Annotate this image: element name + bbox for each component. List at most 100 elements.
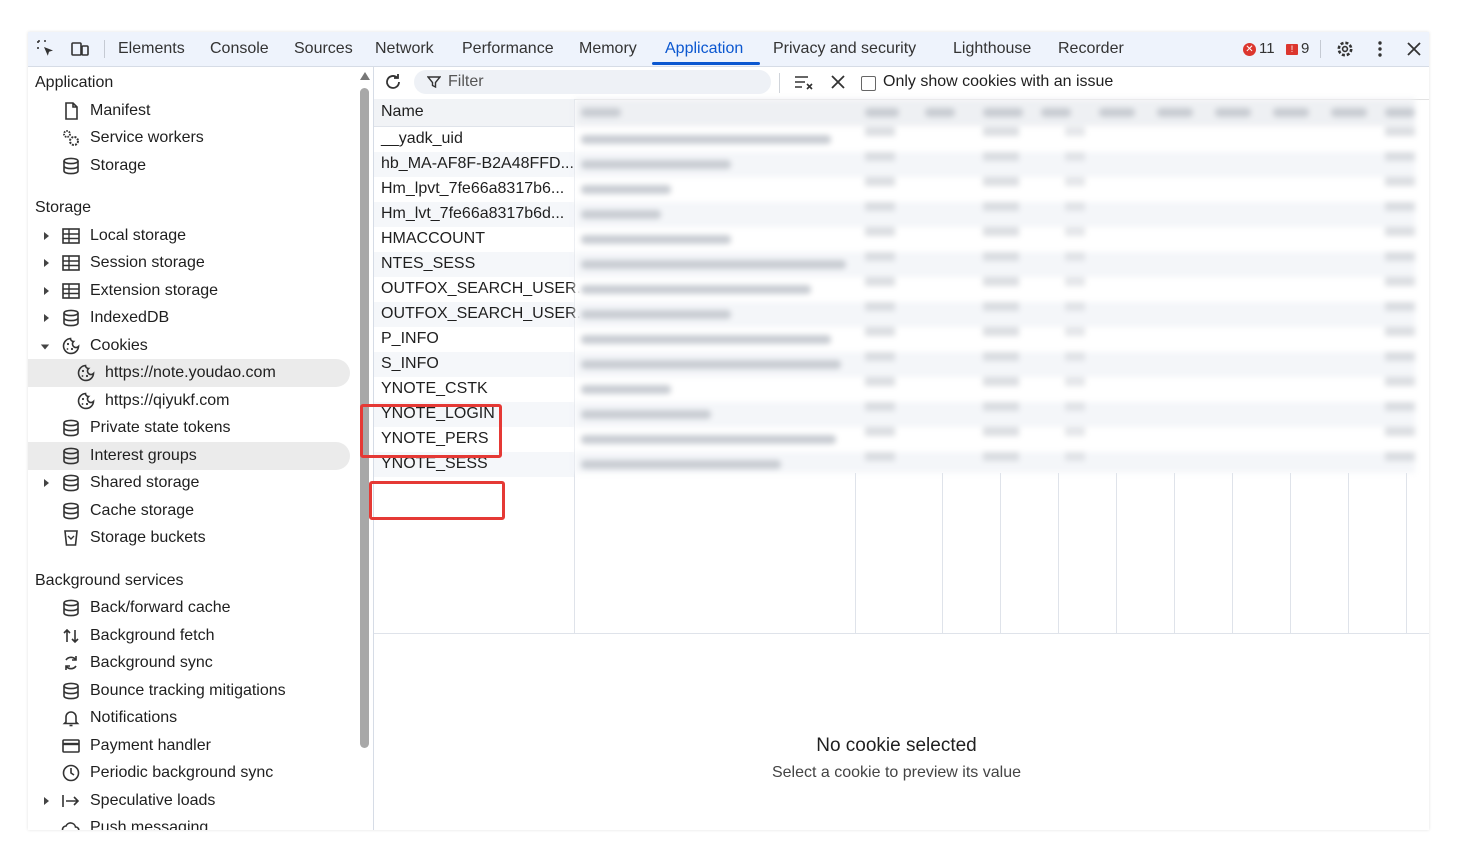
table-row[interactable]: __yadk_uid — [374, 127, 574, 152]
preview-empty-subtitle: Select a cookie to preview its value — [771, 764, 1021, 781]
clock-icon — [62, 764, 80, 782]
tab-network[interactable]: Network — [375, 40, 434, 58]
tab-elements[interactable]: Elements — [118, 40, 185, 58]
sidebar-item-background-sync[interactable]: Background sync — [28, 649, 350, 677]
sidebar-item-label: Interest groups — [90, 447, 197, 464]
name-column-header[interactable]: Name — [374, 99, 574, 127]
column-divider — [1232, 473, 1233, 633]
cookie-name: hb_MA-AF8F-B2A48FFD... — [381, 155, 574, 172]
sidebar-item-session-storage[interactable]: Session storage — [28, 249, 350, 277]
chevron-right-icon[interactable] — [41, 257, 51, 269]
up-down-arrows-icon — [63, 628, 79, 644]
column-divider — [1348, 473, 1349, 633]
close-devtools-icon[interactable] — [1404, 39, 1424, 59]
arrow-to-line-icon — [62, 795, 80, 807]
table-row[interactable]: hb_MA-AF8F-B2A48FFD... — [374, 152, 574, 177]
column-divider — [1174, 473, 1175, 633]
table-row[interactable]: YNOTE_CSTK — [374, 377, 574, 402]
cookie-name: S_INFO — [381, 355, 439, 372]
table-row[interactable]: Hm_lpvt_7fe66a8317b6... — [374, 177, 574, 202]
filter-input[interactable]: Filter — [414, 70, 771, 94]
chevron-right-icon[interactable] — [41, 477, 51, 489]
sidebar-item-local-storage[interactable]: Local storage — [28, 222, 350, 250]
clear-filtered-cookies-icon[interactable] — [793, 72, 815, 92]
clear-all-cookies-icon[interactable] — [829, 73, 847, 91]
table-row[interactable]: OUTFOX_SEARCH_USER... — [374, 277, 590, 302]
sidebar-item-cookies[interactable]: Cookies — [28, 332, 350, 360]
database-icon — [63, 599, 79, 617]
chevron-down-icon[interactable] — [40, 341, 50, 353]
sidebar-item-cache-storage[interactable]: Cache storage — [28, 497, 350, 525]
device-toolbar-icon[interactable] — [70, 39, 90, 59]
table-row[interactable]: NTES_SESS — [374, 252, 574, 277]
sidebar-item-private-state-tokens[interactable]: Private state tokens — [28, 414, 350, 442]
tab-lighthouse[interactable]: Lighthouse — [953, 40, 1031, 58]
filter-placeholder: Filter — [448, 73, 484, 90]
toolbar-separator — [1320, 40, 1321, 58]
sidebar-item-storage[interactable]: Storage — [28, 152, 350, 180]
sidebar-item-bounce-tracking-mitigations[interactable]: Bounce tracking mitigations — [28, 677, 350, 705]
table-icon — [62, 228, 80, 244]
sidebar-item-payment-handler[interactable]: Payment handler — [28, 732, 350, 760]
cookie-name: Hm_lpvt_7fe66a8317b6... — [381, 180, 565, 197]
table-icon — [62, 255, 80, 271]
tab-recorder[interactable]: Recorder — [1058, 40, 1124, 58]
tab-performance[interactable]: Performance — [462, 40, 554, 58]
sidebar-item-shared-storage[interactable]: Shared storage — [28, 469, 350, 497]
table-row[interactable]: Hm_lvt_7fe66a8317b6d... — [374, 202, 574, 227]
table-row[interactable]: OUTFOX_SEARCH_USER... — [374, 302, 590, 327]
tab-application[interactable]: Application — [665, 40, 743, 58]
table-row[interactable]: S_INFO — [374, 352, 574, 377]
column-divider — [1116, 473, 1117, 633]
sidebar-item-background-fetch[interactable]: Background fetch — [28, 622, 350, 650]
inspect-element-icon[interactable] — [36, 39, 56, 59]
issue-flag-icon: ! — [1286, 44, 1298, 55]
errors-badge[interactable]: ✕ 11 — [1243, 40, 1275, 57]
refresh-icon[interactable] — [383, 72, 403, 92]
sidebar-item-label: Session storage — [90, 254, 205, 271]
name-column-header-label: Name — [381, 103, 424, 120]
sidebar-item-manifest[interactable]: Manifest — [28, 97, 350, 125]
sidebar-item-service-workers[interactable]: Service workers — [28, 124, 350, 152]
only-issues-checkbox[interactable] — [861, 76, 876, 91]
sidebar-item-storage-buckets[interactable]: Storage buckets — [28, 524, 350, 552]
sidebar-item-periodic-background-sync[interactable]: Periodic background sync — [28, 759, 350, 787]
sidebar-item-label: Back/forward cache — [90, 599, 231, 616]
sidebar-item-indexeddb[interactable]: IndexedDB — [28, 304, 350, 332]
errors-count: 11 — [1259, 40, 1275, 57]
database-icon — [63, 502, 79, 520]
tab-privacy-and-security[interactable]: Privacy and security — [773, 40, 916, 58]
chevron-right-icon[interactable] — [41, 312, 51, 324]
redacted-cookie-values — [575, 99, 1415, 473]
settings-gear-icon[interactable] — [1335, 39, 1355, 59]
cloud-icon — [61, 822, 80, 830]
sync-icon — [65, 656, 77, 670]
tab-console[interactable]: Console — [210, 40, 269, 58]
table-row[interactable]: HMACCOUNT — [374, 227, 574, 252]
sidebar-item-speculative-loads[interactable]: Speculative loads — [28, 787, 350, 815]
column-divider — [1058, 473, 1059, 633]
table-row[interactable]: P_INFO — [374, 327, 574, 352]
sidebar-item-notifications[interactable]: Notifications — [28, 704, 350, 732]
sidebar-item-label: Cache storage — [90, 502, 195, 519]
table-bottom-border[interactable] — [374, 633, 1429, 634]
sidebar-item-back-forward-cache[interactable]: Back/forward cache — [28, 594, 350, 622]
cookies-table: Name __yadk_uid hb_MA-AF8F-B2A48FFD... H… — [374, 99, 1429, 634]
chevron-right-icon[interactable] — [41, 230, 51, 242]
more-options-icon[interactable] — [1370, 39, 1390, 59]
section-header-storage: Storage — [35, 199, 92, 216]
tab-sources[interactable]: Sources — [294, 40, 353, 58]
sidebar-item-interest-groups[interactable]: Interest groups — [28, 442, 350, 470]
sidebar-item-label: Cookies — [90, 337, 148, 354]
sidebar-item-cookie-origin-qiyukf[interactable]: https://qiyukf.com — [28, 387, 350, 415]
chevron-right-icon[interactable] — [41, 795, 51, 807]
gears-icon — [63, 130, 79, 146]
sidebar-item-cookie-origin-note-youdao[interactable]: https://note.youdao.com — [28, 359, 350, 387]
issues-badge[interactable]: ! 9 — [1286, 40, 1309, 57]
sidebar-item-extension-storage[interactable]: Extension storage — [28, 277, 350, 305]
chevron-right-icon[interactable] — [41, 285, 51, 297]
scroll-up-arrow-icon[interactable] — [360, 72, 370, 80]
sidebar-item-push-messaging[interactable]: Push messaging — [28, 814, 350, 830]
bucket-icon — [64, 530, 78, 546]
tab-memory[interactable]: Memory — [579, 40, 637, 58]
